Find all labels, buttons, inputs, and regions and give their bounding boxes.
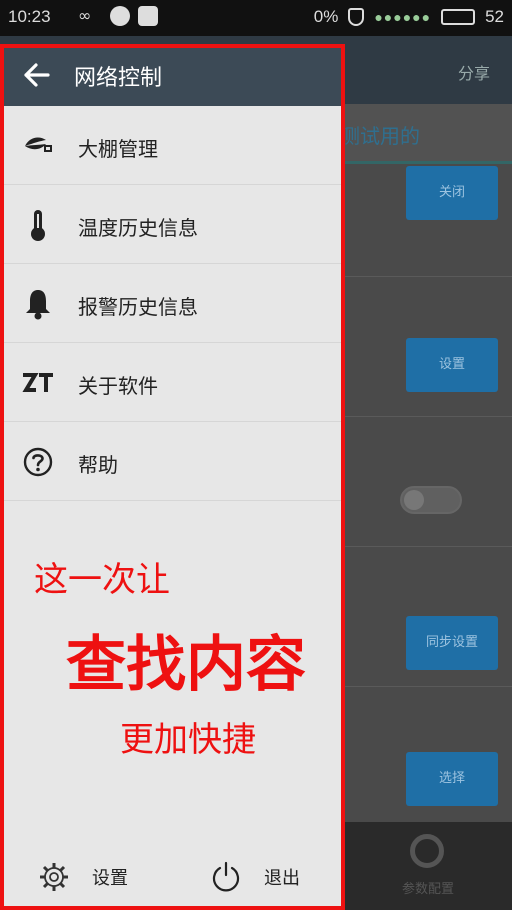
signal-dots-icon: ●●●●●●: [374, 9, 432, 25]
gear-icon: [40, 863, 68, 891]
bell-icon: [22, 288, 54, 320]
power-icon: [212, 861, 240, 892]
shield-icon: [348, 8, 365, 26]
drawer-menu: 大棚管理 温度历史信息 报警历史信息 关于软件 帮助: [4, 106, 341, 501]
battery-percent: 0%: [313, 7, 339, 26]
toggle-knob: [404, 490, 424, 510]
menu-item-label: 帮助: [78, 453, 118, 477]
background-divider: [330, 546, 512, 547]
settings-button[interactable]: 设置: [38, 858, 128, 896]
background-divider: [330, 416, 512, 417]
background-settings-button[interactable]: 设置: [406, 338, 498, 392]
chat-icon: [110, 6, 130, 26]
background-divider: [330, 276, 512, 277]
exit-label: 退出: [264, 868, 300, 889]
menu-item-help[interactable]: 帮助: [4, 422, 341, 501]
drawer-footer: 设置 退出: [4, 848, 341, 906]
menu-item-label: 关于软件: [78, 374, 158, 398]
background-tab[interactable]: 测试用的: [340, 120, 420, 149]
promo-line-3: 更加快捷: [120, 720, 256, 760]
status-time: 10:23: [8, 7, 51, 26]
notification-icons: ∞: [78, 6, 158, 26]
share-button[interactable]: 分享: [458, 60, 490, 84]
zt-logo-icon: [22, 367, 54, 399]
gear-icon[interactable]: [410, 834, 444, 868]
back-arrow-icon[interactable]: [20, 58, 54, 92]
settings-label: 设置: [92, 868, 128, 889]
drawer-header: 网络控制: [4, 48, 341, 106]
thermometer-icon: [22, 209, 54, 241]
exit-button[interactable]: 退出: [210, 858, 300, 896]
help-circle-icon: [22, 446, 54, 478]
menu-item-label: 温度历史信息: [78, 216, 198, 240]
background-close-button[interactable]: 关闭: [406, 166, 498, 220]
battery-icon: [441, 9, 476, 25]
infinity-icon: ∞: [78, 6, 92, 25]
menu-item-temperature-history[interactable]: 温度历史信息: [4, 185, 341, 264]
navigation-drawer: 网络控制 大棚管理 温度历史信息 报警历史信息 关于软件 帮助 这一次让 查找内…: [0, 44, 345, 910]
promo-line-2: 查找内容: [66, 630, 306, 700]
image-icon: [138, 6, 158, 26]
status-right: 0% ●●●●●● 52: [314, 7, 504, 27]
bottom-nav-label[interactable]: 参数配置: [402, 878, 454, 897]
menu-item-greenhouse[interactable]: 大棚管理: [4, 106, 341, 185]
status-bar: 10:23 ∞ 0% ●●●●●● 52: [0, 0, 512, 36]
menu-item-label: 大棚管理: [78, 137, 158, 161]
leaf-house-icon: [22, 130, 54, 162]
signal-value: 52: [485, 7, 504, 26]
menu-item-about[interactable]: 关于软件: [4, 343, 341, 422]
background-divider: [330, 686, 512, 687]
drawer-title: 网络控制: [74, 66, 163, 91]
background-select-button[interactable]: 选择: [406, 752, 498, 806]
menu-item-alarm-history[interactable]: 报警历史信息: [4, 264, 341, 343]
promo-line-1: 这一次让: [34, 560, 170, 600]
menu-item-label: 报警历史信息: [78, 295, 198, 319]
background-sync-button[interactable]: 同步设置: [406, 616, 498, 670]
background-toggle[interactable]: [400, 486, 462, 514]
